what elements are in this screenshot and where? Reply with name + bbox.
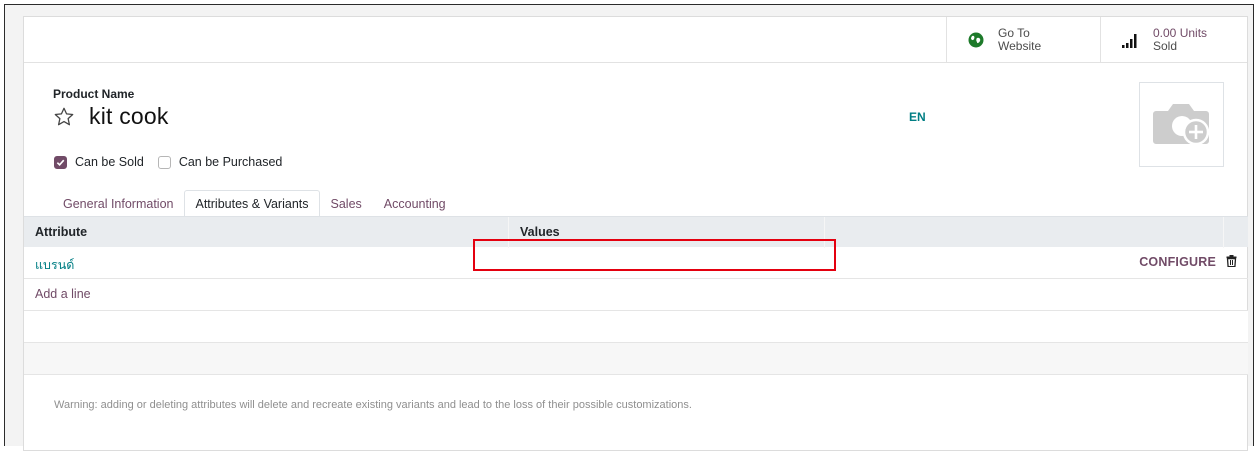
globe-icon (968, 32, 984, 48)
tab-accounting[interactable]: Accounting (373, 190, 457, 217)
can-be-sold-label: Can be Sold (75, 155, 144, 169)
checkbox-unchecked-icon[interactable] (157, 155, 171, 169)
tab-general-information[interactable]: General Information (52, 190, 184, 217)
product-flags: Can be Sold Can be Purchased (54, 155, 296, 169)
website-label: Website (998, 38, 1042, 53)
product-image-upload[interactable] (1139, 82, 1224, 167)
variants-warning-text: Warning: adding or deleting attributes w… (54, 399, 692, 411)
column-header-attribute[interactable]: Attribute (24, 217, 509, 248)
window-frame: Go To Website 0.00 Units Sold Product Na… (4, 4, 1254, 451)
form-sheet: Go To Website 0.00 Units Sold Product Na… (23, 16, 1248, 451)
language-button[interactable]: EN (909, 110, 926, 124)
column-header-actions (825, 217, 1224, 248)
configure-button[interactable]: CONFIGURE (1139, 255, 1216, 269)
product-name-label: Product Name (53, 87, 135, 101)
tab-attributes-variants[interactable]: Attributes & Variants (184, 190, 320, 217)
can-be-sold-checkbox[interactable]: Can be Sold (54, 155, 144, 169)
smart-button-box: Go To Website 0.00 Units Sold (24, 17, 1247, 63)
units-sold-button[interactable]: 0.00 Units Sold (1100, 17, 1248, 62)
bar-chart-icon (1122, 32, 1139, 48)
form-tabs: General Information Attributes & Variant… (52, 190, 457, 217)
column-header-delete (1224, 217, 1248, 248)
empty-table-row (24, 343, 1248, 375)
attribute-name-cell[interactable]: แบรนด์ (35, 255, 74, 275)
empty-table-row (24, 311, 1248, 343)
tab-sales[interactable]: Sales (320, 190, 373, 217)
can-be-purchased-label: Can be Purchased (178, 155, 283, 169)
add-a-line-link[interactable]: Add a line (35, 287, 91, 301)
go-to-label: Go To (998, 25, 1030, 40)
star-icon[interactable] (53, 106, 75, 128)
product-name-field[interactable]: kit cook (89, 103, 169, 130)
sold-label: Sold (1153, 38, 1178, 53)
checkbox-checked-icon[interactable] (54, 155, 67, 169)
trash-icon[interactable] (1226, 255, 1237, 267)
values-cell-highlight (473, 239, 836, 271)
can-be-purchased-checkbox[interactable]: Can be Purchased (157, 155, 283, 169)
add-line-row: Add a line (24, 279, 1248, 311)
go-to-website-button[interactable]: Go To Website (946, 17, 1100, 62)
units-sold-value: 0.00 Units (1153, 25, 1208, 40)
camera-plus-icon (1152, 97, 1212, 152)
